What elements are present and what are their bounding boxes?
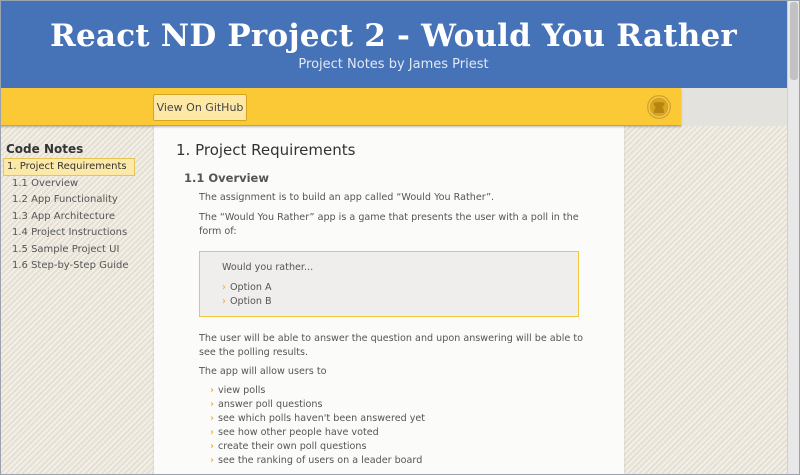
toc-item-app-functionality[interactable]: 1.2 App Functionality [0, 192, 150, 208]
list-item: › view polls [210, 385, 266, 396]
callout-option: › Option B [222, 296, 272, 307]
view-on-github-button[interactable]: View On GitHub [153, 94, 247, 121]
chevron-right-icon: › [222, 282, 226, 293]
chevron-right-icon: › [222, 296, 226, 307]
chevron-right-icon: › [210, 427, 214, 438]
toc-item-project-instructions[interactable]: 1.4 Project Instructions [0, 225, 150, 241]
toc-item-sample-project-ui[interactable]: 1.5 Sample Project UI [0, 242, 150, 258]
page-header: React ND Project 2 - Would You Rather Pr… [0, 0, 787, 88]
chevron-right-icon: › [210, 413, 214, 424]
chevron-right-icon: › [210, 399, 214, 410]
paragraph-results: The user will be able to answer the ques… [199, 333, 584, 358]
page-scrollbar[interactable] [787, 0, 800, 475]
toc-item-overview[interactable]: 1.1 Overview [0, 176, 150, 192]
sidebar-toc: Code Notes 1. Project Requirements 1.1 O… [0, 138, 150, 274]
callout-lead: Would you rather... [222, 262, 314, 273]
chevron-right-icon: › [210, 441, 214, 452]
chevron-right-icon: › [210, 455, 214, 466]
list-item: › see how other people have voted [210, 427, 379, 438]
page-subtitle: Project Notes by James Priest [298, 57, 489, 72]
paragraph-allow: The app will allow users to [199, 366, 327, 377]
list-item: › see which polls haven't been answered y… [210, 413, 426, 424]
github-icon[interactable] [646, 94, 672, 120]
main-content: 1. Project Requirements 1.1 Overview The… [154, 125, 624, 475]
paragraph-intro: The assignment is to build an app called… [199, 192, 495, 203]
list-item: › answer poll questions [210, 399, 323, 410]
chevron-right-icon: › [210, 385, 214, 396]
toc-title: Code Notes [6, 142, 84, 156]
toc-item-project-requirements[interactable]: 1. Project Requirements [3, 158, 135, 176]
toc-item-app-architecture[interactable]: 1.3 App Architecture [0, 209, 150, 225]
list-item: › see the ranking of users on a leader bo… [210, 455, 423, 466]
subsection-heading: 1.1 Overview [184, 171, 269, 185]
page-title: React ND Project 2 - Would You Rather [50, 18, 737, 54]
toolbar: View On GitHub [0, 88, 681, 126]
toolbar-spacer [681, 88, 787, 126]
scrollbar-thumb[interactable] [790, 2, 798, 80]
list-item: › create their own poll questions [210, 441, 367, 452]
paragraph-game: The “Would You Rather” app is a game tha… [199, 212, 579, 237]
toc-item-step-by-step-guide[interactable]: 1.6 Step-by-Step Guide [0, 258, 150, 274]
section-heading: 1. Project Requirements [176, 141, 356, 159]
callout-option: › Option A [222, 282, 272, 293]
poll-callout: Would you rather... › Option A › Option B [199, 251, 579, 317]
